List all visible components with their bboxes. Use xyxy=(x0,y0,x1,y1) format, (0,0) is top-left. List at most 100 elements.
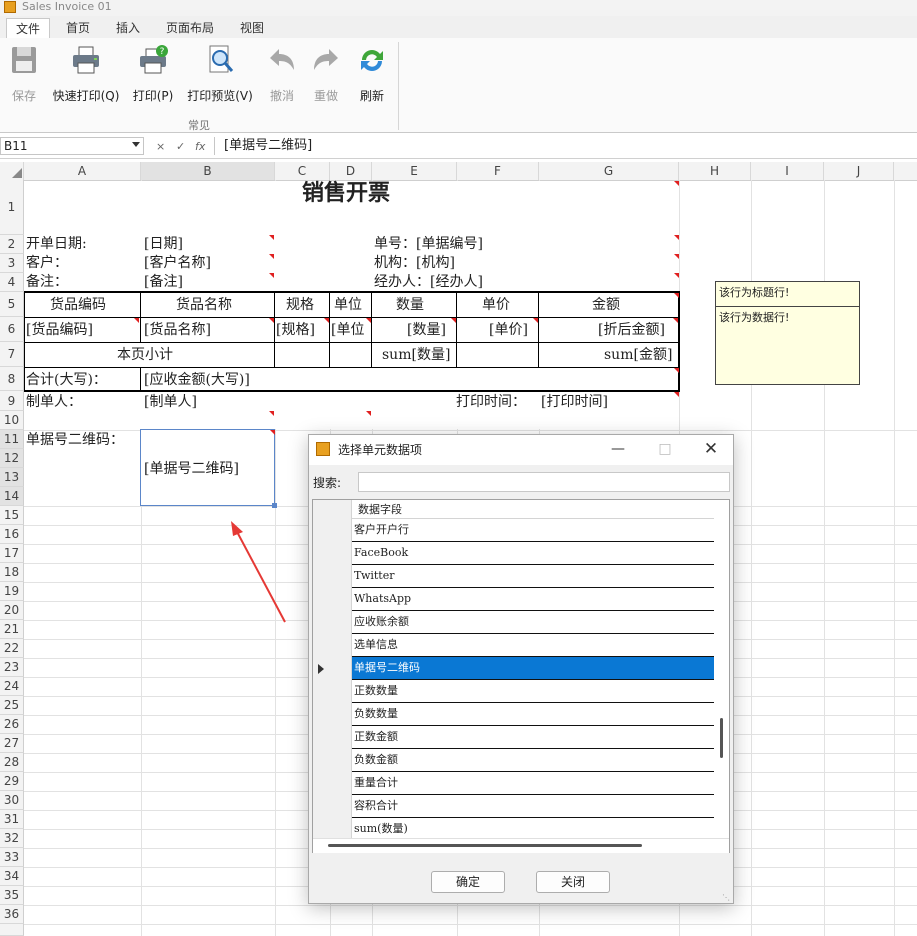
org-field[interactable]: 机构：[机构] xyxy=(374,254,455,272)
row-header-7[interactable]: 7 xyxy=(0,342,24,367)
list-item[interactable]: 重量合计 xyxy=(352,772,714,795)
select-all-corner[interactable] xyxy=(0,162,24,180)
row-header-30[interactable]: 30 xyxy=(0,791,24,810)
print-preview-button[interactable]: 打印预览(V) xyxy=(184,44,256,104)
creator-field[interactable]: [制单人] xyxy=(144,393,197,411)
quick-print-button[interactable]: 快速打印(Q) xyxy=(50,44,122,104)
close-icon[interactable]: ✕ xyxy=(696,438,726,460)
remark-field[interactable]: [备注] xyxy=(144,273,183,291)
header-unit[interactable]: 单位 xyxy=(334,296,362,314)
tab-file[interactable]: 文件 xyxy=(6,18,50,39)
list-item[interactable]: 正数金额 xyxy=(352,726,714,749)
row-header-26[interactable]: 26 xyxy=(0,715,24,734)
row-header-6[interactable]: 6 xyxy=(0,317,24,342)
row-header-3[interactable]: 3 xyxy=(0,254,24,273)
row-header-20[interactable]: 20 xyxy=(0,601,24,620)
data-item-name[interactable]: [货品名称] xyxy=(144,321,211,339)
total-words-label[interactable]: 合计(大写)： xyxy=(26,371,107,389)
header-item-code[interactable]: 货品编码 xyxy=(50,296,106,314)
row-header-11[interactable]: 11 xyxy=(0,430,24,449)
header-price[interactable]: 单价 xyxy=(482,296,510,314)
tab-page-layout[interactable]: 页面布局 xyxy=(158,18,222,38)
chevron-down-icon[interactable] xyxy=(132,142,140,147)
column-header-f[interactable]: F xyxy=(457,162,539,180)
list-item[interactable]: 负数金额 xyxy=(352,749,714,772)
row-header-2[interactable]: 2 xyxy=(0,235,24,254)
subtotal-amount[interactable]: sum[金额] xyxy=(604,346,672,364)
tab-home[interactable]: 首页 xyxy=(56,18,100,38)
list-column-header[interactable]: 数据字段 xyxy=(352,500,714,519)
tab-insert[interactable]: 插入 xyxy=(106,18,150,38)
header-item-name[interactable]: 货品名称 xyxy=(176,296,232,314)
row-header-28[interactable]: 28 xyxy=(0,753,24,772)
column-header-b[interactable]: B xyxy=(141,162,275,180)
column-header-d[interactable]: D xyxy=(330,162,372,180)
column-header-g[interactable]: G xyxy=(539,162,679,180)
undo-button[interactable]: 撤消 xyxy=(262,44,302,104)
list-item[interactable]: 负数数量 xyxy=(352,703,714,726)
data-amount[interactable]: [折后金额] xyxy=(598,321,665,339)
row-header-23[interactable]: 23 xyxy=(0,658,24,677)
column-header-e[interactable]: E xyxy=(372,162,457,180)
column-header-i[interactable]: I xyxy=(751,162,824,180)
row-header-24[interactable]: 24 xyxy=(0,677,24,696)
subtotal-quantity[interactable]: sum[数量] xyxy=(382,346,450,364)
refresh-button[interactable]: 刷新 xyxy=(352,44,392,104)
column-header-h[interactable]: H xyxy=(679,162,751,180)
print-time-field[interactable]: [打印时间] xyxy=(541,393,608,411)
list-item[interactable]: 容积合计 xyxy=(352,795,714,818)
close-button[interactable]: 关闭 xyxy=(536,871,610,893)
remark-label[interactable]: 备注： xyxy=(26,273,68,291)
header-spec[interactable]: 规格 xyxy=(286,296,314,314)
column-header-c[interactable]: C xyxy=(275,162,330,180)
row-header-22[interactable]: 22 xyxy=(0,639,24,658)
vertical-scrollbar-thumb[interactable] xyxy=(720,718,723,758)
print-time-label[interactable]: 打印时间： xyxy=(456,393,526,411)
list-item[interactable]: WhatsApp xyxy=(352,588,714,611)
row-header-31[interactable]: 31 xyxy=(0,810,24,829)
minimize-icon[interactable]: — xyxy=(603,438,633,460)
row-header-33[interactable]: 33 xyxy=(0,848,24,867)
row-header-5[interactable]: 5 xyxy=(0,292,24,317)
row-header-1[interactable]: 1 xyxy=(0,180,24,235)
data-unit[interactable]: [单位 xyxy=(331,321,364,339)
row-header-25[interactable]: 25 xyxy=(0,696,24,715)
data-quantity[interactable]: [数量] xyxy=(407,321,446,339)
row-header-8[interactable]: 8 xyxy=(0,367,24,391)
tab-view[interactable]: 视图 xyxy=(230,18,274,38)
row-header-18[interactable]: 18 xyxy=(0,563,24,582)
subtotal-label[interactable]: 本页小计 xyxy=(117,346,173,364)
search-input[interactable] xyxy=(358,472,730,492)
invoice-title[interactable]: 销售开票 xyxy=(302,182,390,204)
creator-label[interactable]: 制单人： xyxy=(26,393,82,411)
row-header-16[interactable]: 16 xyxy=(0,525,24,544)
list-item[interactable]: 应收账余额 xyxy=(352,611,714,634)
row-header-27[interactable]: 27 xyxy=(0,734,24,753)
handler-field[interactable]: 经办人：[经办人] xyxy=(374,273,483,291)
fill-handle[interactable] xyxy=(272,503,277,508)
print-button[interactable]: ? 打印(P) xyxy=(130,44,176,104)
data-price[interactable]: [单价] xyxy=(489,321,528,339)
row-header-32[interactable]: 32 xyxy=(0,829,24,848)
issue-date-field[interactable]: [日期] xyxy=(144,235,183,253)
doc-number-field[interactable]: 单号：[单据编号] xyxy=(374,235,483,253)
redo-button[interactable]: 重做 xyxy=(306,44,346,104)
row-header-17[interactable]: 17 xyxy=(0,544,24,563)
row-header-4[interactable]: 4 xyxy=(0,273,24,292)
list-item[interactable]: FaceBook xyxy=(352,542,714,565)
row-header-10[interactable]: 10 xyxy=(0,411,24,430)
header-amount[interactable]: 金额 xyxy=(592,296,620,314)
cancel-icon[interactable]: × xyxy=(156,140,165,153)
ok-button[interactable]: 确定 xyxy=(431,871,505,893)
horizontal-scrollbar-thumb[interactable] xyxy=(328,844,642,847)
formula-input[interactable]: [单据号二维码] xyxy=(224,137,312,155)
list-item[interactable]: 选单信息 xyxy=(352,634,714,657)
row-header-21[interactable]: 21 xyxy=(0,620,24,639)
name-box[interactable]: B11 xyxy=(0,137,144,155)
list-item[interactable]: 正数数量 xyxy=(352,680,714,703)
row-header-36[interactable]: 36 xyxy=(0,905,24,924)
row-header-19[interactable]: 19 xyxy=(0,582,24,601)
confirm-icon[interactable]: ✓ xyxy=(176,140,185,153)
list-item-selected[interactable]: 单据号二维码 xyxy=(352,657,714,680)
list-item[interactable]: 客户开户行 xyxy=(352,519,714,542)
